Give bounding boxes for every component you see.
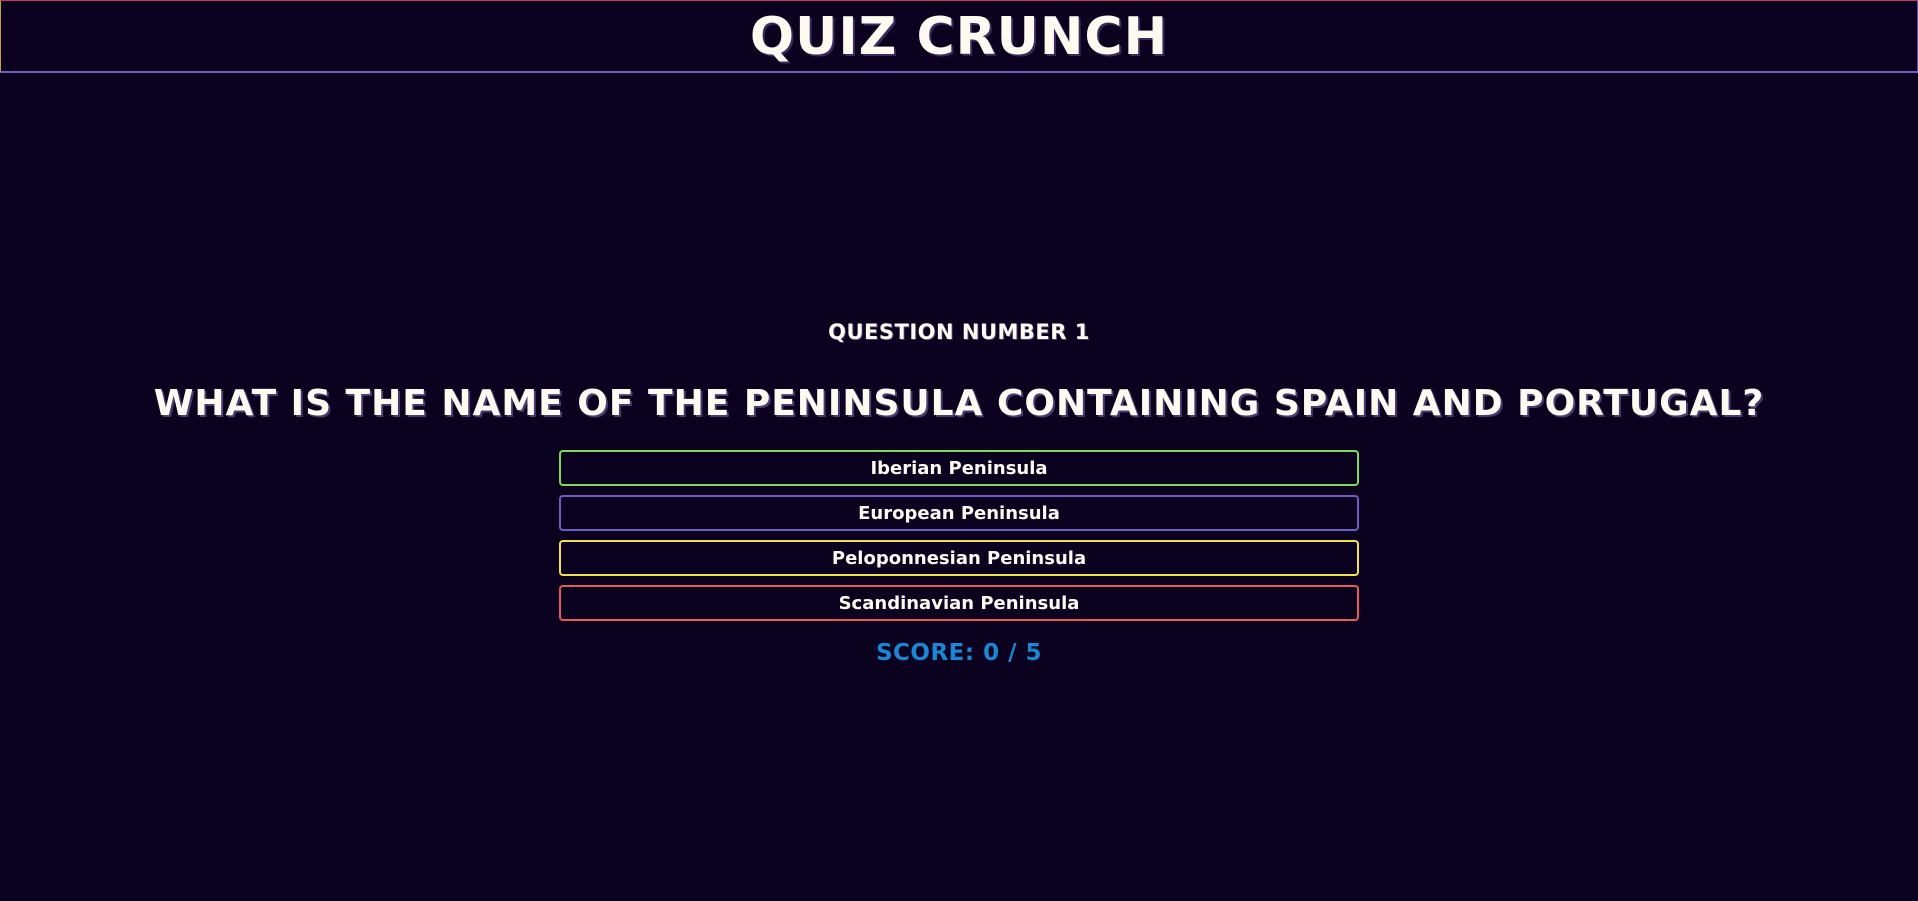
answer-button-2[interactable]: European Peninsula (559, 495, 1359, 531)
answer-button-3[interactable]: Peloponnesian Peninsula (559, 540, 1359, 576)
answer-list: Iberian Peninsula European Peninsula Pel… (559, 450, 1359, 621)
answer-button-1[interactable]: Iberian Peninsula (559, 450, 1359, 486)
app-title: QUIZ CRUNCH (749, 7, 1169, 67)
question-number: QUESTION NUMBER 1 (828, 320, 1090, 344)
score-display: SCORE: 0 / 5 (875, 640, 1043, 666)
answer-button-4[interactable]: Scandinavian Peninsula (559, 585, 1359, 621)
question-text: WHAT IS THE NAME OF THE PENINSULA CONTAI… (153, 383, 1765, 424)
app-header: QUIZ CRUNCH (0, 0, 1918, 73)
